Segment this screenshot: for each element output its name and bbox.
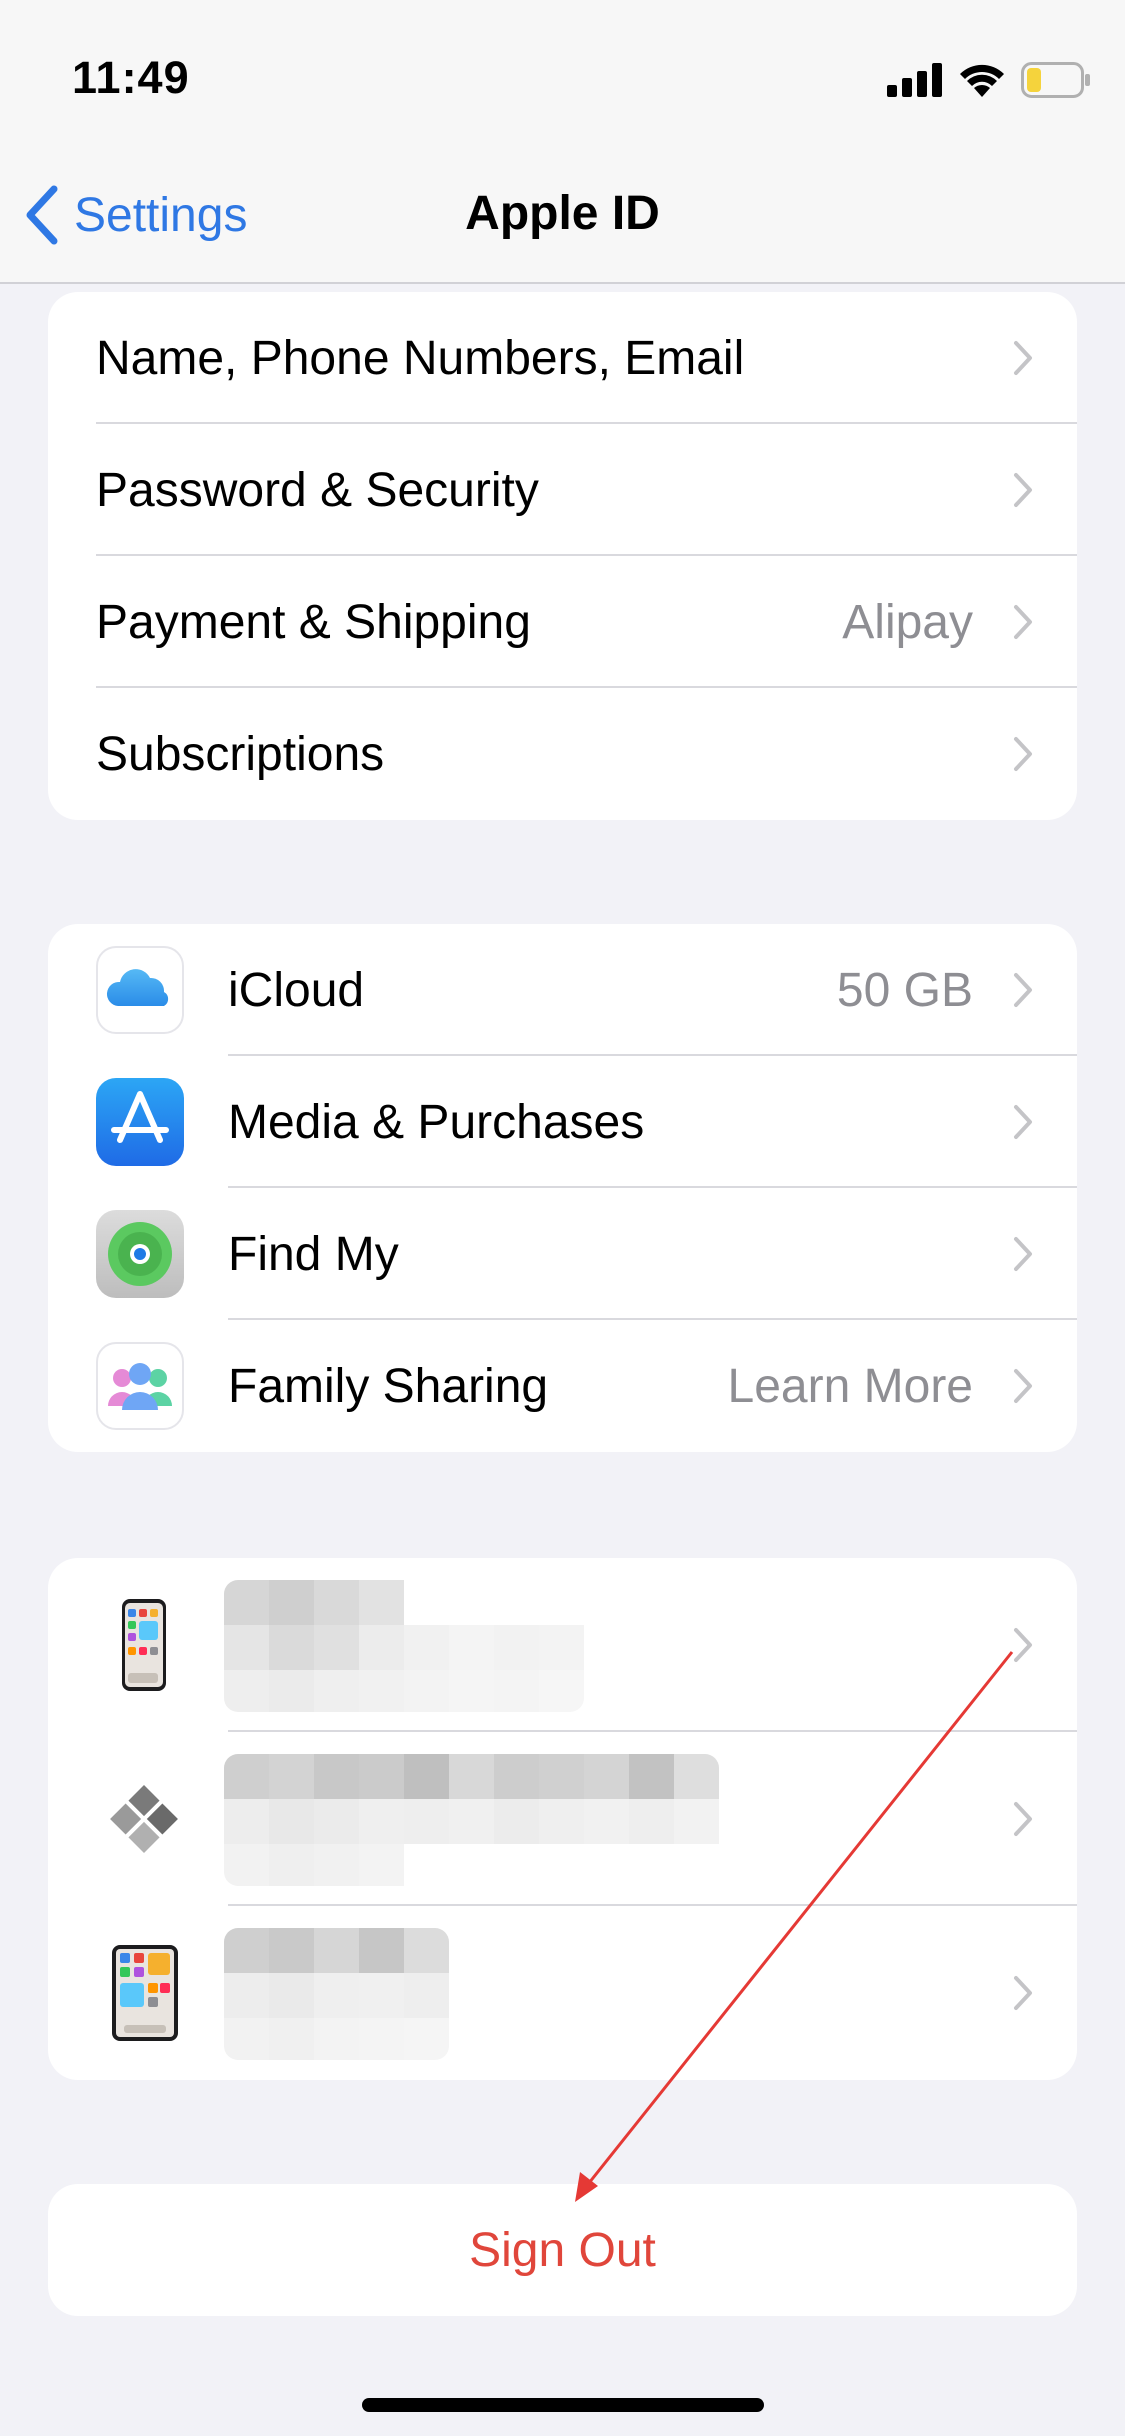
chevron-right-icon: [1014, 1105, 1032, 1139]
subscriptions-row[interactable]: Subscriptions: [48, 688, 1077, 820]
chevron-right-icon: [1014, 1976, 1032, 2010]
status-icons: [887, 62, 1091, 98]
wifi-icon: [960, 64, 1004, 97]
icloud-icon: [96, 946, 184, 1034]
chevron-right-icon: [1014, 341, 1032, 375]
device-row-ipad[interactable]: [48, 1906, 1077, 2080]
find-my-row[interactable]: Find My: [48, 1188, 1077, 1320]
chevron-right-icon: [1014, 473, 1032, 507]
chevron-right-icon: [1014, 605, 1032, 639]
obscured-device-name: [224, 1580, 584, 1712]
row-label: Subscriptions: [96, 727, 385, 781]
family-sharing-row[interactable]: Family Sharing Learn More: [48, 1320, 1077, 1452]
page-title: Apple ID: [465, 187, 660, 240]
row-label: Name, Phone Numbers, Email: [96, 331, 745, 385]
sign-out-button[interactable]: Sign Out: [48, 2184, 1077, 2316]
row-label: iCloud: [228, 963, 365, 1017]
devices-group: [48, 1558, 1077, 2080]
app-store-icon: [96, 1078, 184, 1166]
sign-out-label: Sign Out: [469, 2223, 656, 2277]
password-security-row[interactable]: Password & Security: [48, 424, 1077, 556]
status-time: 11:49: [72, 52, 190, 103]
row-label: Media & Purchases: [228, 1095, 645, 1149]
row-detail: Alipay: [842, 595, 973, 649]
row-label: Find My: [228, 1227, 399, 1281]
device-row-iphone[interactable]: [48, 1558, 1077, 1732]
cellular-signal-icon: [887, 63, 942, 97]
chevron-right-icon: [1014, 737, 1032, 771]
obscured-device-name: [224, 1928, 449, 2060]
row-label: Payment & Shipping: [96, 595, 531, 649]
device-row-windows[interactable]: [48, 1732, 1077, 1906]
chevron-right-icon: [1014, 1369, 1032, 1403]
row-label: Password & Security: [96, 463, 539, 517]
battery-icon: [1021, 62, 1090, 98]
ipad-device-icon: [112, 1945, 178, 2041]
find-my-icon: [96, 1210, 184, 1298]
chevron-right-icon: [1014, 1628, 1032, 1662]
account-settings-group: Name, Phone Numbers, Email Password & Se…: [48, 292, 1077, 820]
chevron-right-icon: [1014, 1802, 1032, 1836]
home-indicator[interactable]: [362, 2398, 764, 2412]
status-bar: 11:49: [0, 0, 1125, 150]
navigation-bar: Settings Apple ID: [0, 150, 1125, 284]
row-detail: Learn More: [727, 1359, 973, 1413]
obscured-device-name: [224, 1754, 719, 1886]
windows-pc-device-icon: [110, 1785, 178, 1853]
services-group: iCloud 50 GB Media & Purchases Find My F…: [48, 924, 1077, 1452]
iphone-device-icon: [122, 1599, 166, 1691]
row-detail: 50 GB: [836, 963, 973, 1017]
payment-shipping-row[interactable]: Payment & Shipping Alipay: [48, 556, 1077, 688]
icloud-row[interactable]: iCloud 50 GB: [48, 924, 1077, 1056]
chevron-right-icon: [1014, 973, 1032, 1007]
family-sharing-icon: [96, 1342, 184, 1430]
media-purchases-row[interactable]: Media & Purchases: [48, 1056, 1077, 1188]
name-phone-email-row[interactable]: Name, Phone Numbers, Email: [48, 292, 1077, 424]
chevron-right-icon: [1014, 1237, 1032, 1271]
row-label: Family Sharing: [228, 1359, 549, 1413]
